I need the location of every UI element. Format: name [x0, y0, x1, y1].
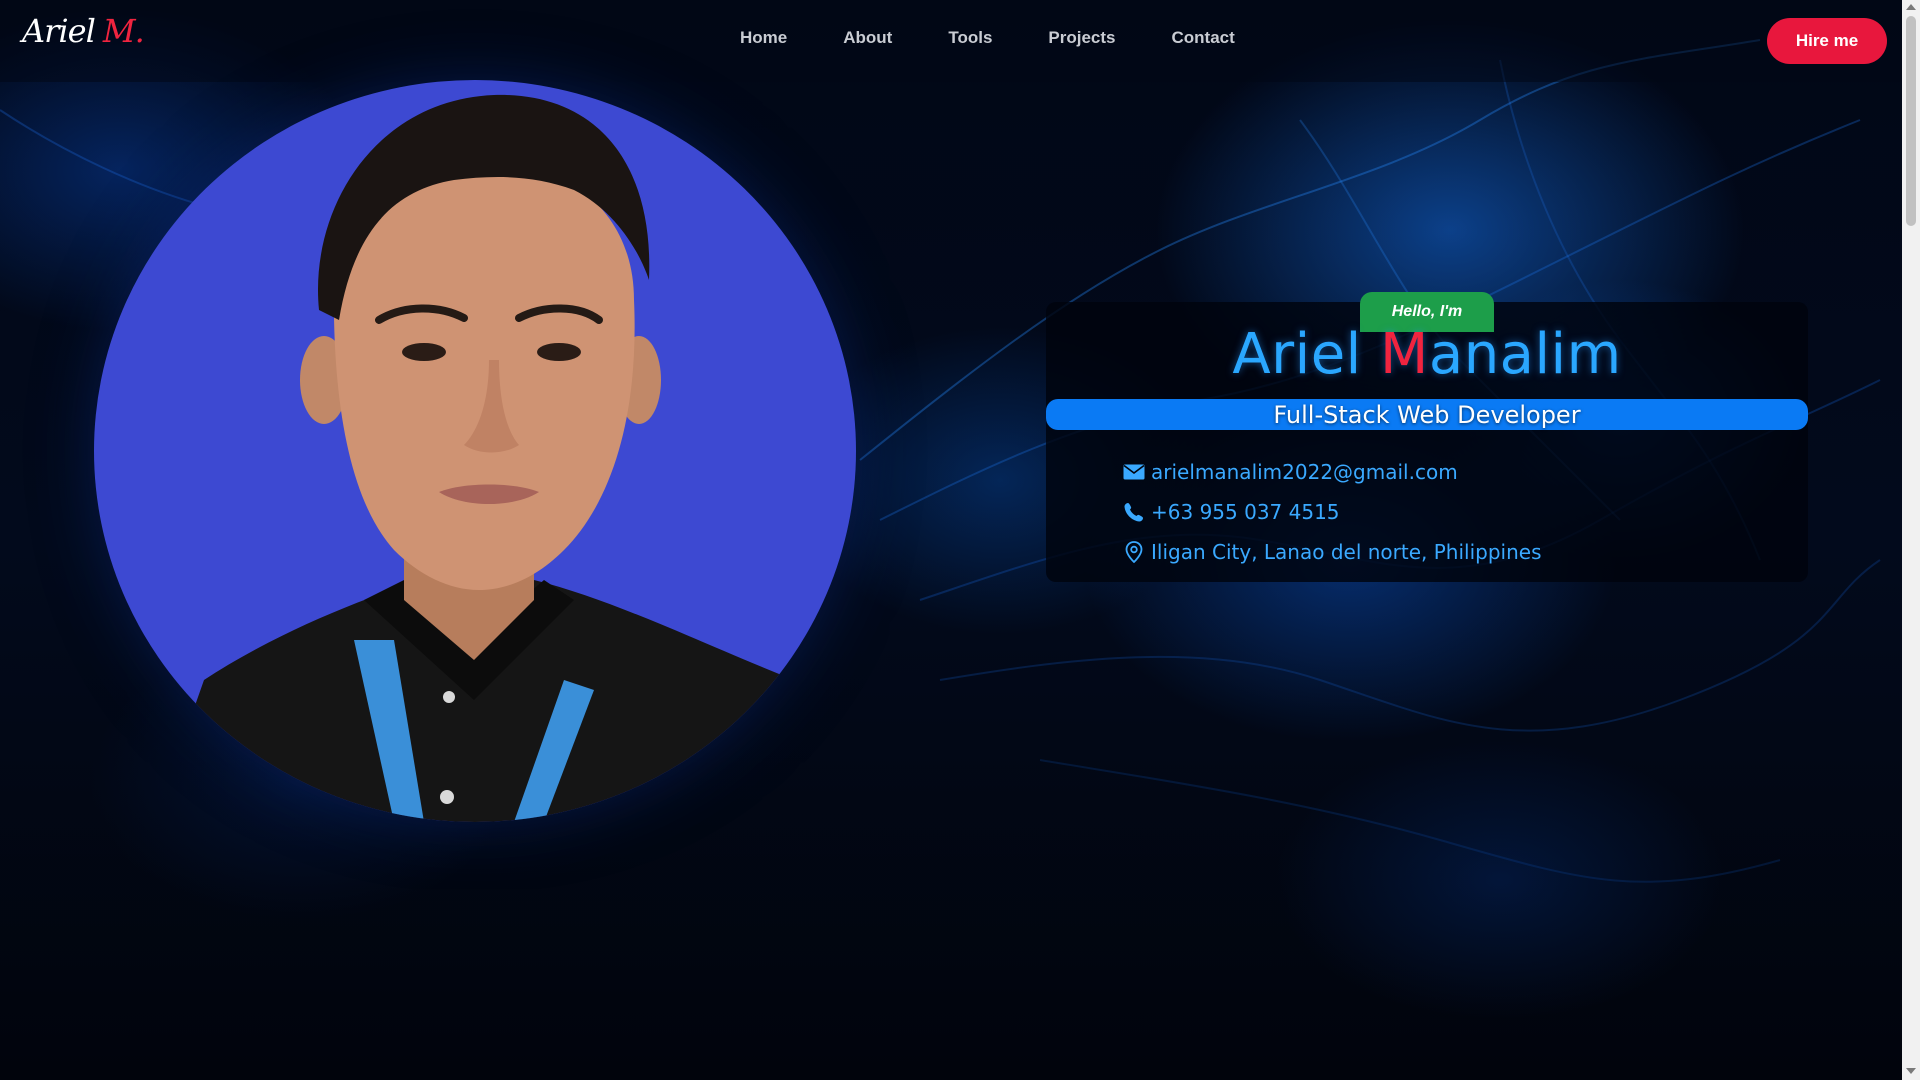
- name-first: Ariel: [1232, 322, 1362, 387]
- scroll-up-arrow-icon[interactable]: [1906, 4, 1916, 10]
- contact-phone[interactable]: +63 955 037 4515: [1123, 500, 1340, 524]
- name-initial: M: [1380, 322, 1429, 387]
- contact-email-text: arielmanalim2022@gmail.com: [1151, 460, 1458, 484]
- location-pin-icon: [1123, 541, 1145, 563]
- portrait-illustration: [154, 94, 856, 822]
- contact-email[interactable]: arielmanalim2022@gmail.com: [1123, 460, 1458, 484]
- nav-item-projects[interactable]: Projects: [1048, 28, 1115, 48]
- scroll-down-arrow-icon[interactable]: [1906, 1068, 1916, 1074]
- role-title: Full-Stack Web Developer: [1046, 399, 1808, 430]
- contact-location-text: Iligan City, Lanao del norte, Philippine…: [1151, 540, 1542, 564]
- contact-phone-text: +63 955 037 4515: [1151, 500, 1340, 524]
- brand-first-name: Ariel: [22, 12, 96, 50]
- nav-item-tools[interactable]: Tools: [948, 28, 992, 48]
- brand-logo[interactable]: Ariel M.: [22, 12, 145, 56]
- name-rest: analim: [1428, 322, 1622, 387]
- nav-item-about[interactable]: About: [843, 28, 892, 48]
- nav-item-home[interactable]: Home: [740, 28, 787, 48]
- nav-item-contact[interactable]: Contact: [1172, 28, 1235, 48]
- contact-location[interactable]: Iligan City, Lanao del norte, Philippine…: [1123, 540, 1542, 564]
- phone-icon: [1123, 501, 1145, 523]
- page-scrollbar[interactable]: [1902, 0, 1920, 1080]
- nav-links: Home About Tools Projects Contact: [740, 28, 1291, 48]
- envelope-icon: [1123, 461, 1145, 483]
- scrollbar-thumb[interactable]: [1906, 16, 1916, 226]
- hire-me-button[interactable]: Hire me: [1767, 18, 1887, 64]
- brand-last-initial: M.: [102, 12, 145, 50]
- profile-photo: [94, 80, 856, 822]
- top-navbar: Ariel M. Home About Tools Projects Contac…: [0, 0, 1902, 82]
- hero-name: Ariel Manalim: [1046, 322, 1808, 387]
